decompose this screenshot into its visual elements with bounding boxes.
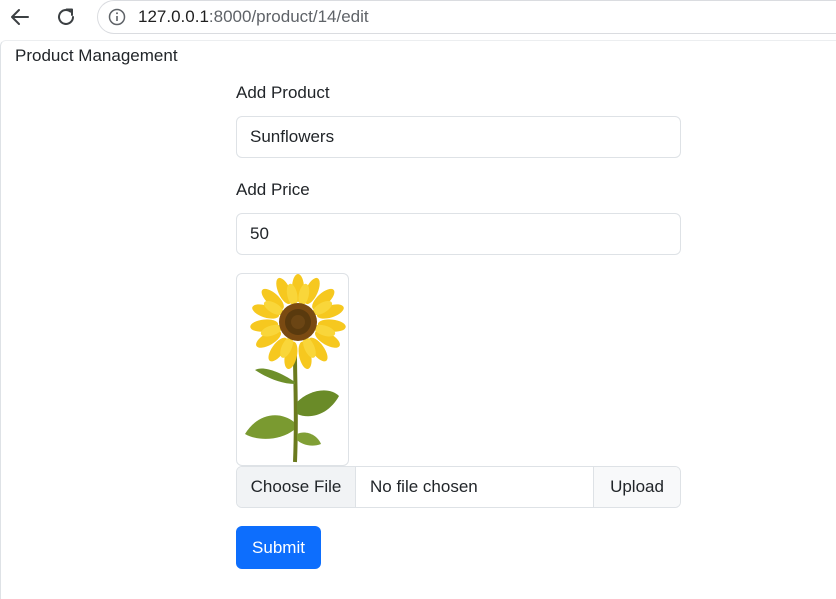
url-text: 127.0.0.1:8000/product/14/edit xyxy=(138,7,369,27)
back-button[interactable] xyxy=(4,2,36,32)
url-host: 127.0.0.1 xyxy=(138,7,209,26)
file-status-text[interactable]: No file chosen xyxy=(356,467,593,507)
submit-button[interactable]: Submit xyxy=(236,526,321,569)
reload-button[interactable] xyxy=(50,2,82,32)
product-image-thumbnail xyxy=(236,273,349,466)
browser-toolbar: 127.0.0.1:8000/product/14/edit xyxy=(0,0,836,36)
product-name-input[interactable] xyxy=(236,116,681,158)
file-input-group: Choose File No file chosen Upload xyxy=(236,466,681,508)
back-arrow-icon xyxy=(11,9,29,25)
address-bar[interactable]: 127.0.0.1:8000/product/14/edit xyxy=(97,0,836,34)
sunflower-image xyxy=(245,274,346,463)
price-input[interactable] xyxy=(236,213,681,255)
product-name-label: Add Product xyxy=(236,83,330,102)
info-icon[interactable] xyxy=(108,8,126,26)
upload-button[interactable]: Upload xyxy=(593,467,680,507)
choose-file-button[interactable]: Choose File xyxy=(237,467,356,507)
reload-icon xyxy=(58,8,74,25)
url-path: :8000/product/14/edit xyxy=(208,7,369,26)
price-label: Add Price xyxy=(236,180,310,199)
navbar-brand[interactable]: Product Management xyxy=(15,46,178,66)
